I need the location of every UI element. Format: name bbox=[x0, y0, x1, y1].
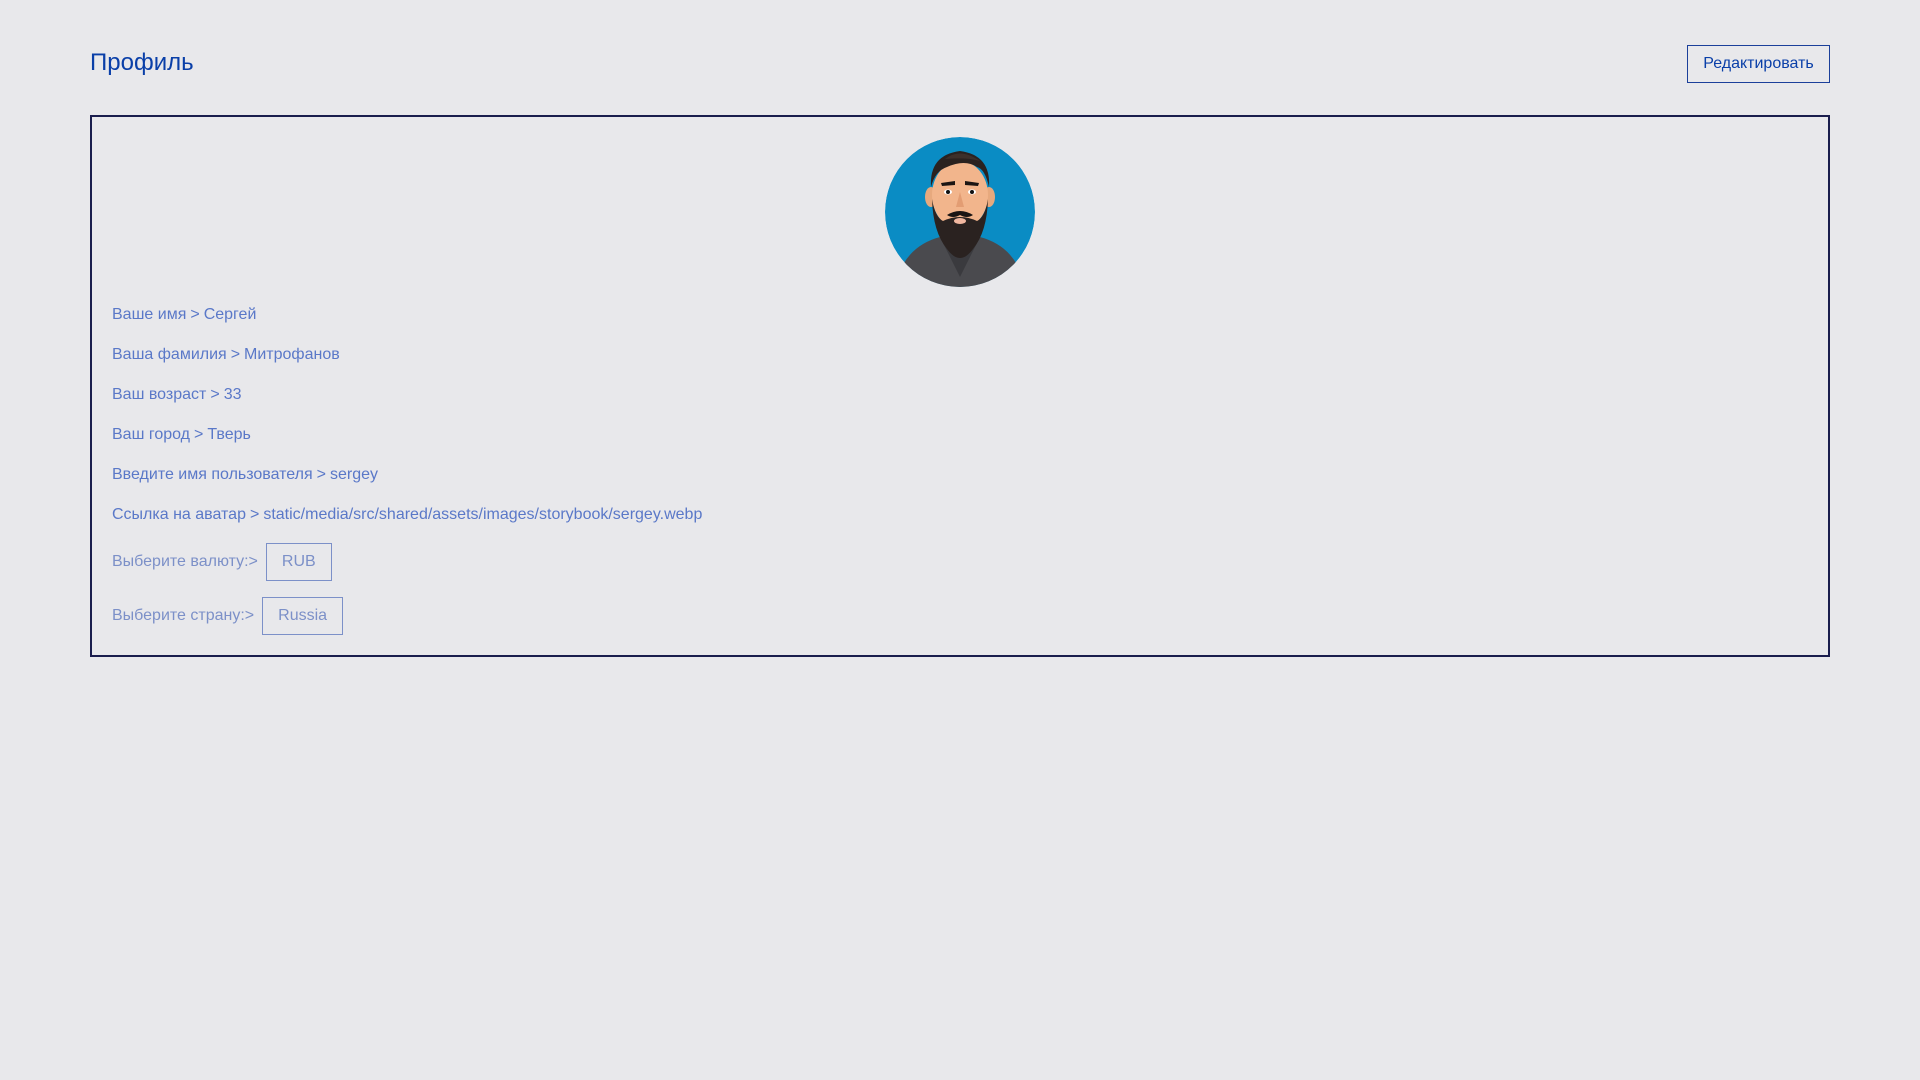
currency-label: Выберите валюту:> bbox=[112, 553, 258, 570]
field-label: Введите имя пользователя bbox=[112, 466, 313, 483]
field-last-name: Ваша фамилия > Митрофанов bbox=[112, 345, 340, 365]
field-separator: > bbox=[210, 386, 220, 403]
edit-button[interactable]: Редактировать bbox=[1687, 45, 1830, 83]
field-city: Ваш город > Тверь bbox=[112, 425, 251, 445]
country-select-row: Выберите страну:> Russia bbox=[112, 597, 344, 635]
field-separator: > bbox=[194, 426, 204, 443]
page-header: Профиль Редактировать bbox=[90, 45, 1830, 83]
field-separator: > bbox=[249, 506, 260, 523]
field-avatar-link: Ссылка на аватар > static/media/src/shared… bbox=[112, 505, 702, 525]
page-title: Профиль bbox=[90, 49, 194, 76]
profile-page: Профиль Редактировать Ваше имя > Сергей … bbox=[0, 0, 1920, 1080]
avatar bbox=[885, 137, 1035, 287]
bearded-man-avatar-icon bbox=[885, 137, 1035, 287]
field-label: Ваш город bbox=[112, 426, 191, 443]
field-value: sergey bbox=[330, 466, 379, 483]
field-label: Ваш возраст bbox=[112, 386, 207, 403]
field-separator: > bbox=[230, 346, 241, 363]
field-label: Ваше имя bbox=[112, 306, 187, 323]
field-separator: > bbox=[190, 306, 200, 323]
field-label: Ваша фамилия bbox=[112, 346, 227, 363]
profile-card: Ваше имя > Сергей Ваша фамилия > Митрофанов … bbox=[90, 115, 1830, 657]
country-select[interactable]: Russia bbox=[262, 597, 344, 635]
field-value: Сергей bbox=[203, 306, 257, 323]
field-first-name: Ваше имя > Сергей bbox=[112, 305, 256, 325]
country-label: Выберите страну:> bbox=[112, 607, 255, 624]
field-separator: > bbox=[316, 466, 327, 483]
currency-select-row: Выберите валюту:> RUB bbox=[112, 543, 332, 581]
currency-select[interactable]: RUB bbox=[265, 543, 332, 581]
field-value: 33 bbox=[223, 386, 242, 403]
field-value: static/media/src/shared/assets/images/st… bbox=[263, 506, 703, 523]
field-label: Ссылка на аватар bbox=[112, 506, 246, 523]
field-username: Введите имя пользователя > sergey bbox=[112, 465, 378, 485]
field-value: Тверь bbox=[207, 426, 251, 443]
field-value: Митрофанов bbox=[244, 346, 340, 363]
field-age: Ваш возраст >33 bbox=[112, 385, 242, 405]
